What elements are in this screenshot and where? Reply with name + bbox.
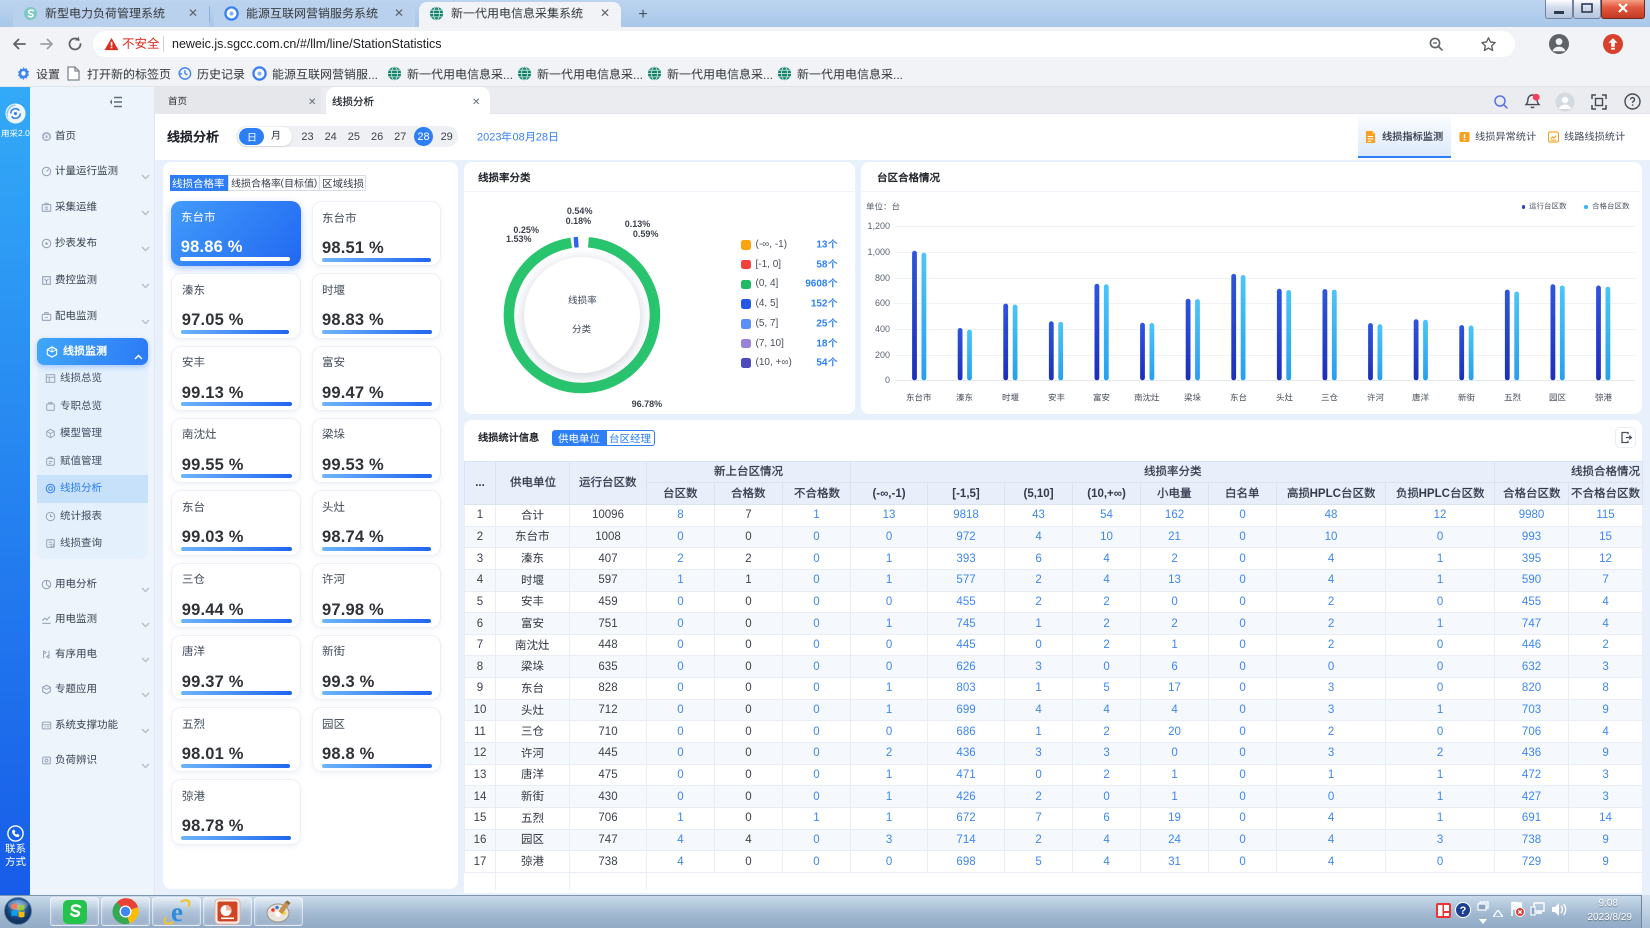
svg-text:?: ? xyxy=(1460,905,1467,917)
